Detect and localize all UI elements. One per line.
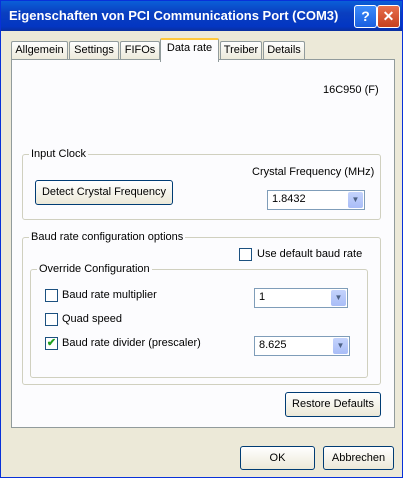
baud-rate-legend: Baud rate configuration options	[29, 231, 186, 243]
restore-defaults-button[interactable]: Restore Defaults	[285, 392, 381, 417]
baud-multiplier-value: 1	[259, 291, 266, 303]
use-default-baud-checkbox[interactable]	[239, 248, 252, 261]
baud-multiplier-select[interactable]: 1 ▼	[254, 288, 348, 308]
help-icon: ?	[361, 8, 370, 24]
quad-speed-checkbox[interactable]	[45, 313, 58, 326]
chevron-down-icon[interactable]: ▼	[333, 338, 348, 354]
input-clock-legend: Input Clock	[29, 148, 89, 160]
use-default-baud-label[interactable]: Use default baud rate	[257, 248, 362, 260]
tab-treiber[interactable]: Treiber	[220, 41, 262, 60]
tab-details[interactable]: Details	[263, 41, 305, 60]
window-title: Eigenschaften von PCI Communications Por…	[9, 8, 339, 23]
quad-speed-label[interactable]: Quad speed	[62, 313, 122, 325]
ok-button[interactable]: OK	[240, 446, 315, 470]
baud-divider-label[interactable]: Baud rate divider (prescaler)	[62, 337, 201, 349]
baud-divider-select[interactable]: 8.625 ▼	[254, 336, 350, 356]
tab-fifos[interactable]: FIFOs	[120, 41, 160, 60]
chevron-down-icon[interactable]: ▼	[331, 290, 346, 306]
baud-multiplier-checkbox[interactable]	[45, 289, 58, 302]
baud-multiplier-label[interactable]: Baud rate multiplier	[62, 289, 157, 301]
crystal-frequency-value: 1.8432	[272, 193, 306, 205]
tab-settings[interactable]: Settings	[69, 41, 119, 60]
title-bar[interactable]: Eigenschaften von PCI Communications Por…	[1, 1, 402, 31]
baud-divider-checkbox[interactable]: ✔	[45, 337, 58, 350]
override-configuration-legend: Override Configuration	[37, 263, 152, 275]
detect-crystal-frequency-button[interactable]: Detect Crystal Frequency	[35, 180, 173, 205]
baud-divider-value: 8.625	[259, 339, 287, 351]
chip-type-label: 16C950 (F)	[323, 84, 379, 96]
close-icon: ✕	[382, 8, 395, 24]
close-button[interactable]: ✕	[377, 5, 400, 28]
tab-data-rate[interactable]: Data rate	[160, 38, 219, 62]
cancel-button[interactable]: Abbrechen	[323, 446, 394, 470]
properties-dialog: Eigenschaften von PCI Communications Por…	[0, 0, 403, 478]
tab-allgemein[interactable]: Allgemein	[11, 41, 68, 60]
chevron-down-icon[interactable]: ▼	[348, 192, 363, 208]
crystal-frequency-label: Crystal Frequency (MHz)	[252, 166, 375, 178]
crystal-frequency-select[interactable]: 1.8432 ▼	[267, 190, 365, 210]
help-button[interactable]: ?	[354, 5, 377, 28]
